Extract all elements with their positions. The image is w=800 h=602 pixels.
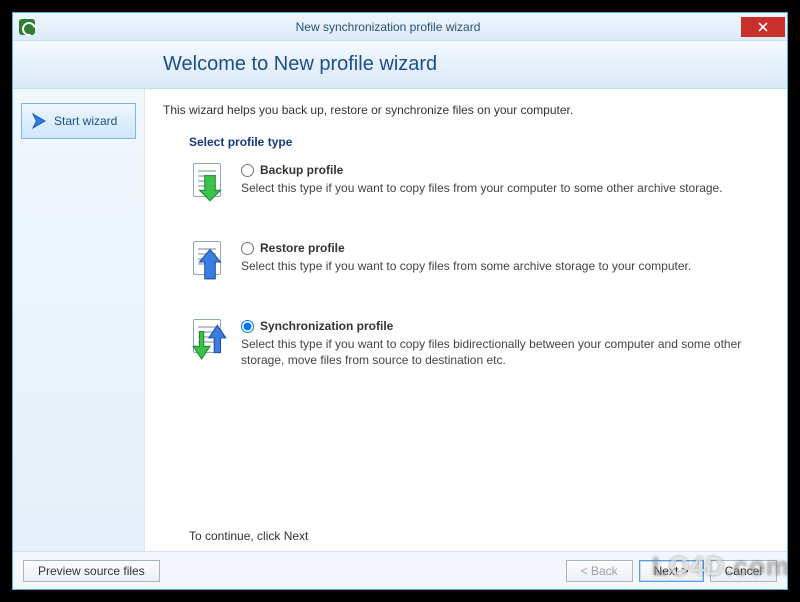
titlebar: New synchronization profile wizard <box>13 13 787 41</box>
sync-icon <box>189 319 231 361</box>
start-wizard-label: Start wizard <box>54 114 117 128</box>
back-button[interactable]: < Back <box>566 560 633 582</box>
radio-sync[interactable] <box>241 320 254 333</box>
body: Start wizard This wizard helps you back … <box>13 89 787 551</box>
radio-backup[interactable] <box>241 164 254 177</box>
option-sync: Synchronization profile Select this type… <box>189 319 765 368</box>
label-sync[interactable]: Synchronization profile <box>260 319 393 333</box>
label-restore[interactable]: Restore profile <box>260 241 345 255</box>
label-backup[interactable]: Backup profile <box>260 163 343 177</box>
start-wizard-button[interactable]: Start wizard <box>21 103 136 139</box>
desc-backup: Select this type if you want to copy fil… <box>241 180 765 196</box>
radio-restore[interactable] <box>241 242 254 255</box>
continue-hint: To continue, click Next <box>189 529 308 543</box>
close-icon <box>758 22 768 32</box>
intro-text: This wizard helps you back up, restore o… <box>163 103 765 117</box>
wizard-window: New synchronization profile wizard Welco… <box>12 12 788 590</box>
desc-restore: Select this type if you want to copy fil… <box>241 258 765 274</box>
profile-type-options: Backup profile Select this type if you w… <box>189 163 765 368</box>
play-arrow-icon <box>30 112 48 130</box>
footer: Preview source files < Back Next > Cance… <box>13 551 787 589</box>
desc-sync: Select this type if you want to copy fil… <box>241 336 765 368</box>
close-button[interactable] <box>741 17 785 37</box>
header-band: Welcome to New profile wizard <box>13 41 787 89</box>
main-content: This wizard helps you back up, restore o… <box>145 89 787 551</box>
preview-source-files-button[interactable]: Preview source files <box>23 560 160 582</box>
backup-icon <box>189 163 231 205</box>
next-button[interactable]: Next > <box>639 560 704 582</box>
window-title: New synchronization profile wizard <box>35 20 741 34</box>
section-title: Select profile type <box>189 135 765 149</box>
app-icon <box>19 19 35 35</box>
sidebar: Start wizard <box>13 89 145 551</box>
restore-icon <box>189 241 231 283</box>
option-backup: Backup profile Select this type if you w… <box>189 163 765 205</box>
cancel-button[interactable]: Cancel <box>710 560 777 582</box>
option-restore: Restore profile Select this type if you … <box>189 241 765 283</box>
page-title: Welcome to New profile wizard <box>163 53 437 76</box>
